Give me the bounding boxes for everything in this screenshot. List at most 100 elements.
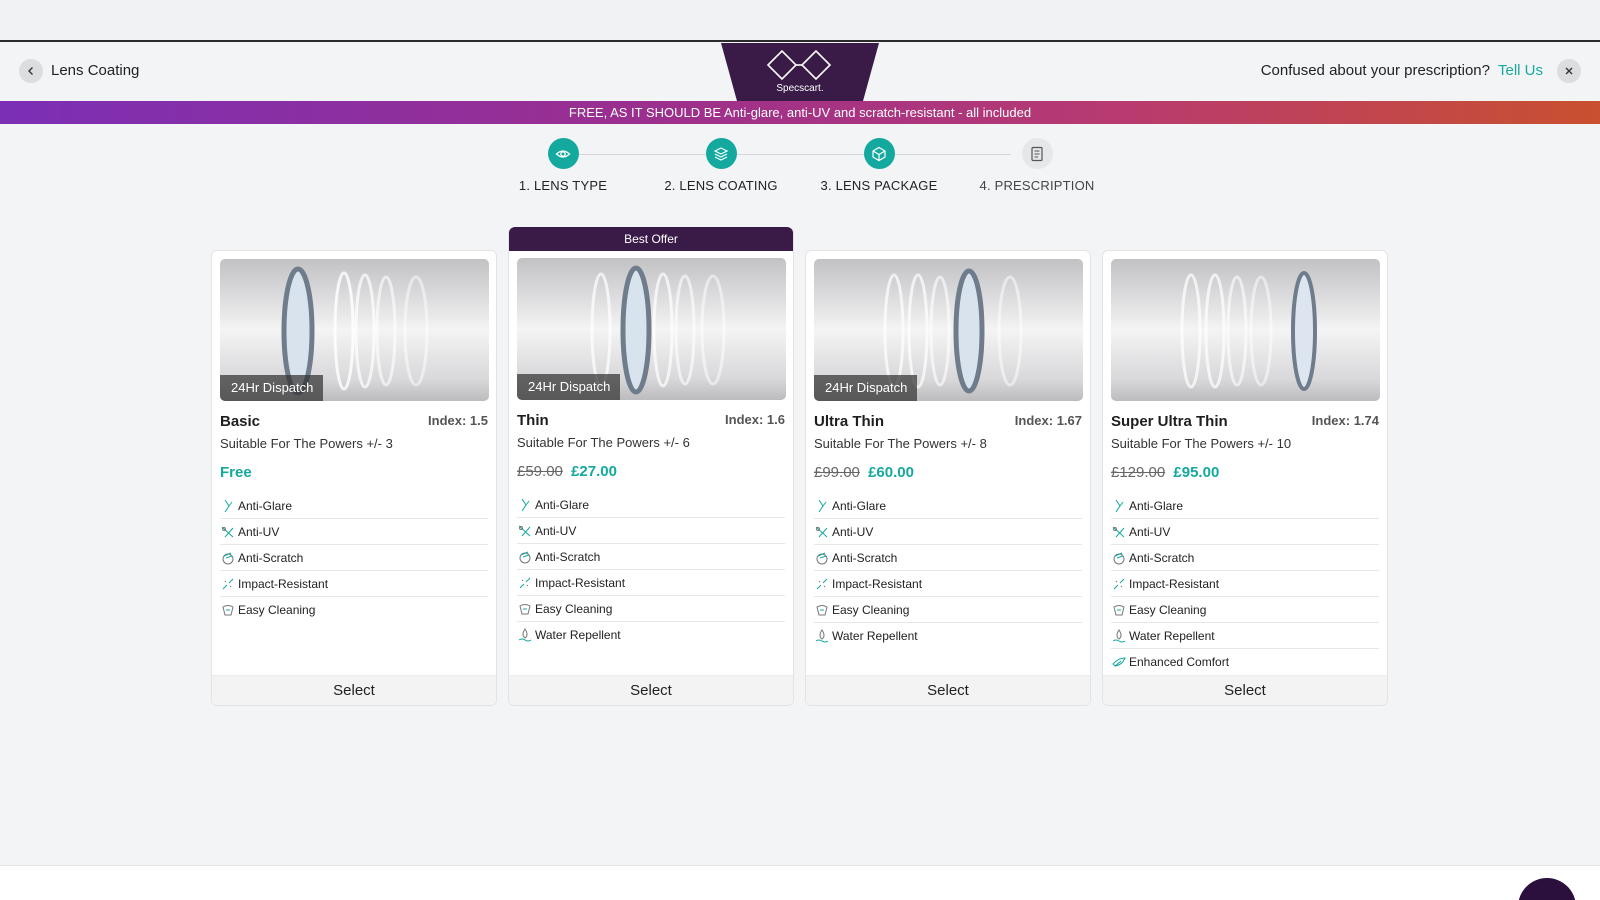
water-repellent-icon	[814, 629, 829, 644]
lens-name: Basic	[220, 413, 261, 430]
close-button[interactable]	[1557, 59, 1581, 83]
old-price: £59.00	[517, 463, 563, 480]
feature-item: Anti-Glare	[517, 492, 785, 518]
lens-index: Index: 1.67	[1014, 413, 1082, 428]
tell-us-link[interactable]: Tell Us	[1498, 62, 1543, 79]
feature-item: Impact-Resistant	[517, 570, 785, 596]
dispatch-badge: 24Hr Dispatch	[814, 375, 918, 401]
lens-image	[1111, 259, 1380, 401]
feature-item: Anti-Glare	[1111, 493, 1379, 519]
impact-resistant-icon	[1111, 576, 1126, 591]
lens-power-range: Suitable For The Powers +/- 10	[1111, 436, 1292, 451]
dispatch-badge: 24Hr Dispatch	[220, 375, 324, 401]
easy-cleaning-icon	[814, 602, 829, 617]
step-lens-type[interactable]: 1. LENS TYPE	[483, 138, 643, 193]
feature-list: Anti-Glare Anti-UV Anti-Scratch Impact-R…	[517, 492, 785, 648]
header: Lens Coating Specscart. Confused about y…	[0, 43, 1600, 101]
anti-uv-icon	[1111, 524, 1126, 539]
lens-card-super-ultra-thin[interactable]: Super Ultra Thin Index: 1.74 Suitable Fo…	[1102, 250, 1388, 706]
anti-scratch-icon	[814, 550, 829, 565]
price: Free	[220, 464, 488, 486]
impact-resistant-icon	[220, 576, 235, 591]
anti-scratch-icon	[220, 550, 235, 565]
feature-item: Anti-Scratch	[814, 545, 1082, 571]
feature-item: Anti-UV	[1111, 519, 1379, 545]
price: £129.00 £95.00	[1111, 464, 1379, 486]
step-lens-package[interactable]: 3. LENS PACKAGE	[799, 138, 959, 193]
water-repellent-icon	[517, 628, 532, 643]
anti-uv-icon	[220, 524, 235, 539]
eye-icon	[547, 138, 579, 169]
lens-name: Ultra Thin	[814, 413, 884, 430]
step-label: 1. LENS TYPE	[518, 178, 608, 193]
lens-index: Index: 1.74	[1311, 413, 1379, 428]
lens-card-ultra-thin[interactable]: 24Hr Dispatch Ultra Thin Index: 1.67 Sui…	[805, 250, 1091, 706]
lens-power-range: Suitable For The Powers +/- 3	[220, 436, 393, 451]
document-icon	[1021, 138, 1053, 169]
feature-item: Anti-Scratch	[220, 545, 488, 571]
close-icon	[1565, 67, 1573, 75]
specscart-logo[interactable]: Specscart.	[721, 43, 879, 101]
logo-text: Specscart.	[776, 83, 824, 94]
feature-item: Anti-UV	[220, 519, 488, 545]
step-label: 4. PRESCRIPTION	[979, 178, 1095, 193]
enhanced-comfort-icon	[1111, 655, 1126, 670]
lens-card-basic[interactable]: 24Hr Dispatch Basic Index: 1.5 Suitable …	[211, 250, 497, 706]
old-price: £129.00	[1111, 464, 1166, 481]
feature-item: Easy Cleaning	[517, 596, 785, 622]
feature-item: Anti-Glare	[814, 493, 1082, 519]
feature-item: Water Repellent	[814, 623, 1082, 649]
lens-index: Index: 1.6	[725, 412, 785, 427]
anti-glare-icon	[220, 498, 235, 513]
feature-item: Anti-Glare	[220, 493, 488, 519]
easy-cleaning-icon	[220, 603, 235, 618]
feature-list: Anti-Glare Anti-UV Anti-Scratch Impact-R…	[1111, 493, 1379, 675]
anti-glare-icon	[517, 497, 532, 512]
lens-power-range: Suitable For The Powers +/- 8	[814, 436, 987, 451]
select-button[interactable]: Select	[509, 675, 793, 705]
select-button[interactable]: Select	[212, 675, 496, 705]
feature-list: Anti-Glare Anti-UV Anti-Scratch Impact-R…	[814, 493, 1082, 649]
browser-top-strip	[0, 0, 1600, 42]
feature-item: Easy Cleaning	[220, 597, 488, 623]
anti-glare-icon	[1111, 498, 1126, 513]
lens-name: Thin	[517, 412, 549, 429]
step-prescription[interactable]: 4. PRESCRIPTION	[957, 138, 1117, 193]
prescription-help-text: Confused about your prescription?	[1260, 62, 1490, 79]
impact-resistant-icon	[814, 576, 829, 591]
chevron-left-icon	[28, 67, 33, 75]
feature-item: Anti-Scratch	[517, 544, 785, 570]
feature-list: Anti-Glare Anti-UV Anti-Scratch Impact-R…	[220, 493, 488, 623]
price: £59.00 £27.00	[517, 463, 785, 485]
feature-item: Easy Cleaning	[814, 597, 1082, 623]
easy-cleaning-icon	[1111, 602, 1126, 617]
select-button[interactable]: Select	[1103, 675, 1387, 705]
feature-item: Anti-UV	[517, 518, 785, 544]
anti-glare-icon	[814, 498, 829, 513]
checkout-stepper: 1. LENS TYPE 2. LENS COATING 3. LENS PAC…	[500, 138, 1100, 198]
lens-card-thin[interactable]: Best Offer 24Hr Dispatch Thin Index: 1.6…	[508, 227, 794, 706]
feature-item: Impact-Resistant	[220, 571, 488, 597]
lens-name: Super Ultra Thin	[1111, 413, 1228, 430]
footer-bar	[0, 865, 1600, 900]
lens-image: 24Hr Dispatch	[220, 259, 489, 401]
lens-image: 24Hr Dispatch	[814, 259, 1083, 401]
anti-uv-icon	[814, 524, 829, 539]
impact-resistant-icon	[517, 575, 532, 590]
box-icon	[863, 138, 895, 169]
feature-item: Water Repellent	[517, 622, 785, 648]
layers-icon	[705, 138, 737, 169]
anti-scratch-icon	[1111, 550, 1126, 565]
lens-power-range: Suitable For The Powers +/- 6	[517, 435, 690, 450]
back-button[interactable]	[19, 59, 43, 83]
anti-scratch-icon	[517, 549, 532, 564]
step-lens-coating[interactable]: 2. LENS COATING	[641, 138, 801, 193]
select-button[interactable]: Select	[806, 675, 1090, 705]
old-price: £99.00	[814, 464, 860, 481]
page-title: Lens Coating	[51, 62, 140, 79]
easy-cleaning-icon	[517, 601, 532, 616]
lens-image: 24Hr Dispatch	[517, 258, 786, 400]
feature-item: Easy Cleaning	[1111, 597, 1379, 623]
step-label: 2. LENS COATING	[664, 178, 778, 193]
free-price: Free	[220, 464, 252, 481]
